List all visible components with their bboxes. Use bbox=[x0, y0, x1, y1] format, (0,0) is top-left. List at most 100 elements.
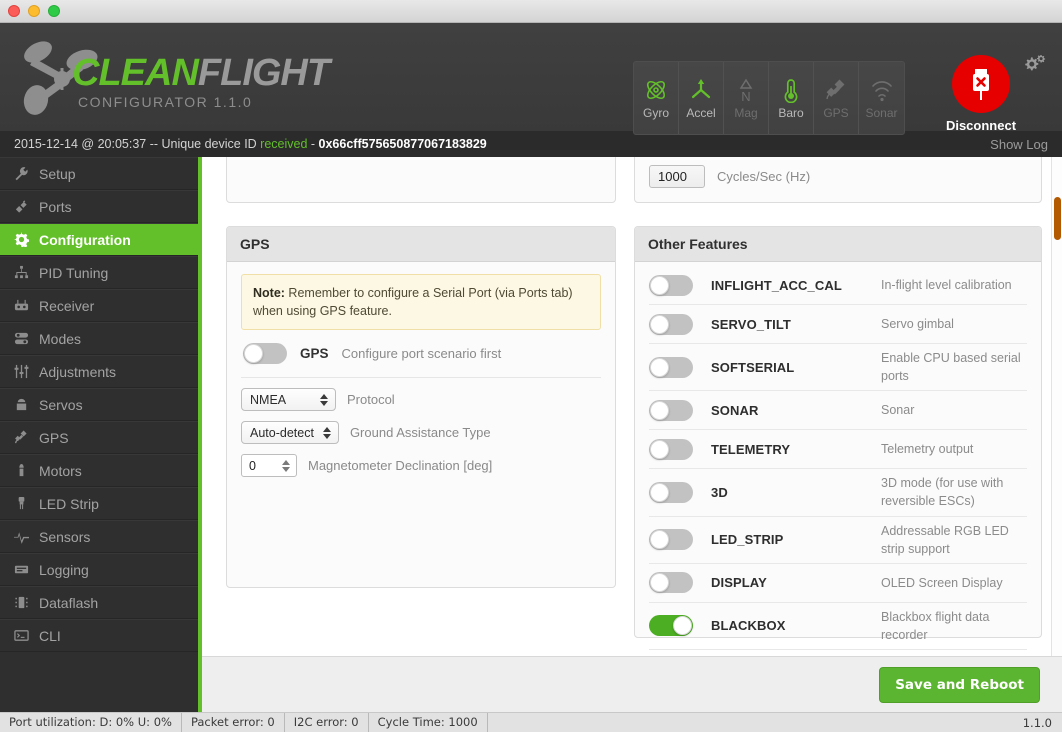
gps-enable-row: GPS Configure port scenario first bbox=[241, 330, 601, 379]
gps-declination-input[interactable]: 0 bbox=[241, 454, 297, 478]
sidebar-item-label: LED Strip bbox=[39, 495, 99, 512]
show-log-button[interactable]: Show Log bbox=[990, 137, 1048, 152]
feature-desc: Addressable RGB LED strip support bbox=[881, 523, 1009, 556]
gps-note-text: Remember to configure a Serial Port (via… bbox=[253, 286, 573, 319]
sidebar-item-label: Configuration bbox=[39, 231, 131, 248]
scrollbar-thumb[interactable] bbox=[1054, 197, 1061, 240]
spinner-updown-icon[interactable] bbox=[282, 459, 290, 472]
feature-toggle-servo-tilt[interactable] bbox=[649, 313, 693, 335]
logging-icon bbox=[13, 562, 30, 577]
feature-toggle-sonar[interactable] bbox=[649, 399, 693, 421]
sliders-icon bbox=[13, 265, 30, 280]
disconnect-icon-circle bbox=[952, 55, 1010, 113]
sidebar-item-label: Dataflash bbox=[39, 594, 99, 611]
sidebar-item-servos[interactable]: Servos bbox=[0, 388, 198, 421]
plug-icon bbox=[13, 199, 30, 214]
feature-desc: Enable CPU based serial ports bbox=[881, 351, 1021, 384]
feature-row-servo-tilt: SERVO_TILT Servo gimbal bbox=[649, 305, 1027, 344]
sidebar-item-ports[interactable]: Ports bbox=[0, 190, 198, 223]
accel-icon bbox=[691, 78, 711, 98]
gps-icon bbox=[826, 79, 845, 99]
baro-icon bbox=[784, 78, 798, 103]
logo-clean-text: CLEAN bbox=[72, 52, 199, 94]
gps-assistance-row: Auto-detect Ground Assistance Type bbox=[241, 421, 601, 445]
status-port-utilization: Port utilization: D: 0% U: 0% bbox=[0, 713, 182, 732]
feature-row-led-strip: LED_STRIP Addressable RGB LED strip supp… bbox=[649, 517, 1027, 564]
disconnect-button[interactable]: Disconnect bbox=[943, 55, 1019, 133]
sidebar-item-adjustments[interactable]: Adjustments bbox=[0, 355, 198, 388]
dataflash-icon bbox=[13, 595, 30, 610]
feature-toggle-telemetry[interactable] bbox=[649, 438, 693, 460]
toggle-knob bbox=[673, 616, 692, 636]
servo-icon bbox=[13, 397, 30, 412]
gps-protocol-label: Protocol bbox=[347, 392, 395, 408]
gps-enable-toggle[interactable] bbox=[243, 343, 287, 365]
gps-assistance-select[interactable]: Auto-detect bbox=[241, 421, 339, 445]
feature-name: SONAR bbox=[711, 402, 759, 418]
main-area: Setup Ports Configuration PID Tuning Rec bbox=[0, 157, 1062, 715]
app-logo: CLEANFLIGHT CONFIGURATOR 1.1.0 bbox=[16, 32, 330, 122]
window-maximize-button[interactable] bbox=[48, 5, 60, 17]
window-close-button[interactable] bbox=[8, 5, 20, 17]
faders-icon bbox=[13, 364, 30, 379]
status-version: 1.1.0 bbox=[1022, 715, 1052, 730]
settings-button[interactable] bbox=[1022, 53, 1048, 80]
gps-assistance-value: Auto-detect bbox=[250, 425, 314, 440]
waveform-icon bbox=[13, 529, 30, 544]
sensor-gyro: Gyro bbox=[634, 62, 679, 134]
sensor-mag-label: Mag bbox=[734, 105, 758, 120]
window-minimize-button[interactable] bbox=[28, 5, 40, 17]
sidebar-item-dataflash[interactable]: Dataflash bbox=[0, 586, 198, 619]
feature-toggle-display[interactable] bbox=[649, 572, 693, 594]
sidebar-item-gps[interactable]: GPS bbox=[0, 421, 198, 454]
logo-flight-text: FLIGHT bbox=[197, 52, 330, 94]
gear-icon bbox=[13, 232, 30, 247]
disconnect-label: Disconnect bbox=[945, 118, 1017, 133]
sensor-accel: Accel bbox=[679, 62, 724, 134]
feature-toggle-3d[interactable] bbox=[649, 481, 693, 503]
sidebar-item-cli[interactable]: CLI bbox=[0, 619, 198, 652]
chevron-updown-icon bbox=[322, 426, 331, 439]
content-scrollbar[interactable] bbox=[1051, 157, 1062, 715]
status-i2c-error: I2C error: 0 bbox=[285, 713, 369, 732]
satellite-icon bbox=[13, 430, 30, 445]
gps-panel: GPS Note: Remember to configure a Serial… bbox=[226, 226, 616, 588]
feature-toggle-led-strip[interactable] bbox=[649, 529, 693, 551]
feature-toggle-blackbox[interactable] bbox=[649, 615, 693, 637]
cycles-row: 1000 Cycles/Sec (Hz) bbox=[649, 165, 810, 188]
feature-row-3d: 3D 3D mode (for use with reversible ESCs… bbox=[649, 469, 1027, 517]
feature-toggle-inflight-acc-cal[interactable] bbox=[649, 274, 693, 296]
mag-icon: N bbox=[739, 78, 753, 103]
panel-partial-right: 1000 Cycles/Sec (Hz) bbox=[634, 157, 1042, 203]
sidebar-item-motors[interactable]: Motors bbox=[0, 454, 198, 487]
feature-name: INFLIGHT_ACC_CAL bbox=[711, 277, 842, 293]
sidebar-item-setup[interactable]: Setup bbox=[0, 157, 198, 190]
sidebar-item-receiver[interactable]: Receiver bbox=[0, 289, 198, 322]
toggle-knob bbox=[650, 400, 669, 420]
sidebar-item-pid-tuning[interactable]: PID Tuning bbox=[0, 256, 198, 289]
sidebar-item-modes[interactable]: Modes bbox=[0, 322, 198, 355]
feature-toggle-softserial[interactable] bbox=[649, 356, 693, 378]
save-and-reboot-button[interactable]: Save and Reboot bbox=[879, 666, 1040, 703]
cycles-input[interactable]: 1000 bbox=[649, 165, 705, 188]
sidebar-item-label: Sensors bbox=[39, 528, 91, 545]
status-packet-error: Packet error: 0 bbox=[182, 713, 285, 732]
gps-declination-value: 0 bbox=[249, 458, 256, 473]
feature-desc: In-flight level calibration bbox=[881, 277, 1012, 292]
motor-icon bbox=[13, 463, 30, 478]
sidebar-item-label: Receiver bbox=[39, 297, 95, 314]
sidebar-item-led-strip[interactable]: LED Strip bbox=[0, 487, 198, 520]
svg-text:N: N bbox=[741, 89, 750, 103]
feature-name: TELEMETRY bbox=[711, 441, 791, 457]
toggle-knob bbox=[650, 357, 669, 377]
feature-desc: OLED Screen Display bbox=[881, 575, 1003, 590]
sidebar-item-logging[interactable]: Logging bbox=[0, 553, 198, 586]
terminal-icon bbox=[13, 628, 30, 643]
panel-partial-left bbox=[226, 157, 616, 203]
sidebar-item-configuration[interactable]: Configuration bbox=[0, 223, 198, 256]
feature-desc: Servo gimbal bbox=[881, 316, 954, 331]
gps-toggle-label: GPS bbox=[300, 346, 329, 362]
sidebar-item-sensors[interactable]: Sensors bbox=[0, 520, 198, 553]
toggle-knob bbox=[650, 439, 669, 459]
gps-protocol-select[interactable]: NMEA bbox=[241, 388, 336, 412]
